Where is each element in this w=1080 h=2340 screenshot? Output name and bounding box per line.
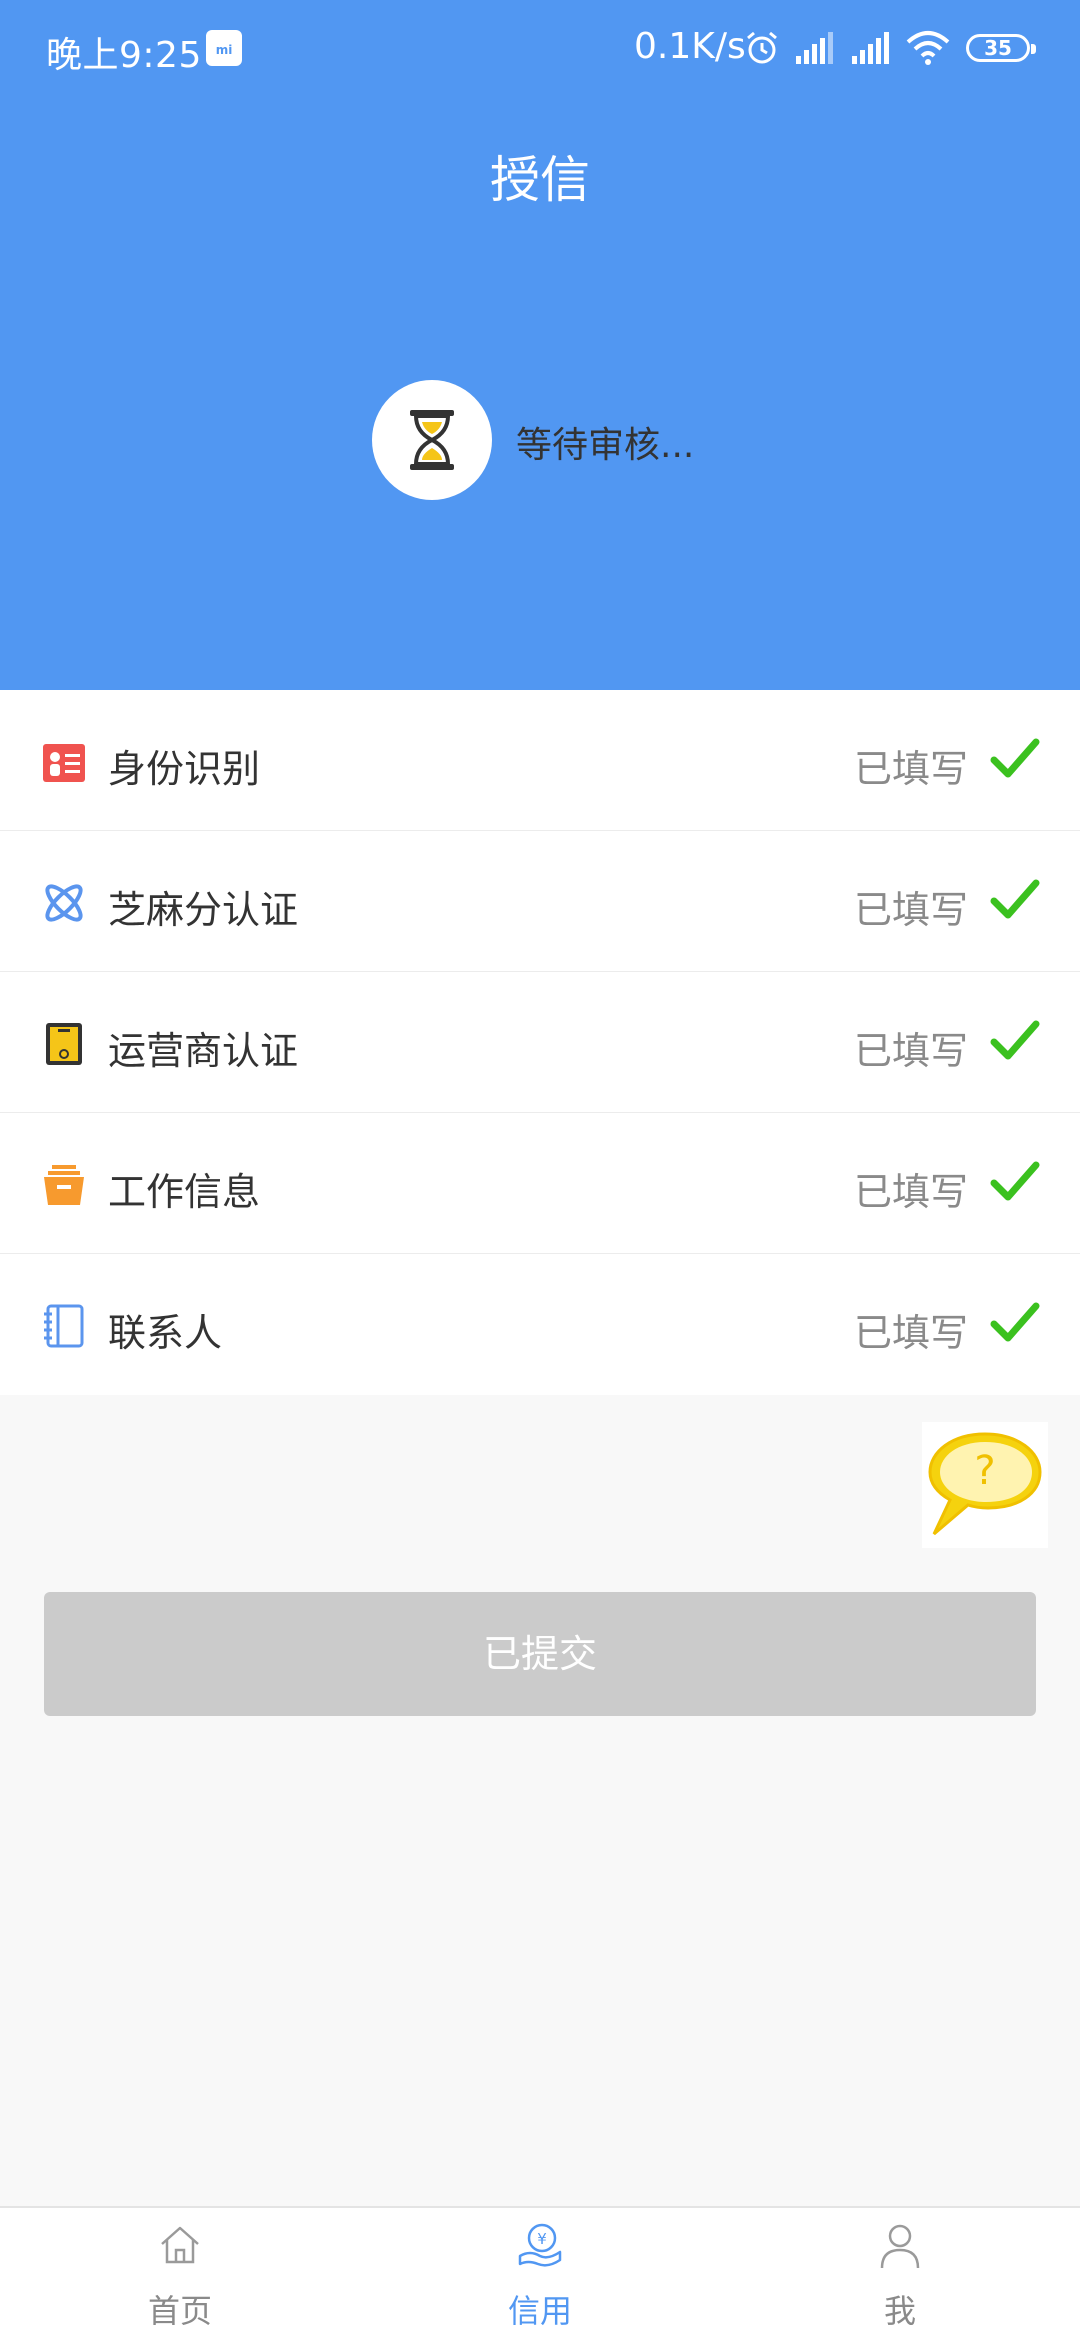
hourglass-icon <box>410 410 454 470</box>
svg-text:?: ? <box>974 1448 995 1494</box>
credit-icon: ¥ <box>518 2223 562 2267</box>
check-icon <box>990 738 1040 778</box>
status-bar: 晚上9:25 mi 0.1K/s 35 <box>0 0 1080 100</box>
tab-credit[interactable]: ¥ 信用 <box>360 2208 720 2340</box>
address-book-icon <box>44 1304 84 1348</box>
user-icon <box>880 2224 920 2269</box>
check-icon <box>990 1020 1040 1060</box>
list-item-contacts[interactable]: 联系人 已填写 <box>0 1254 1080 1395</box>
id-card-icon <box>43 744 85 782</box>
signal-icon <box>796 32 833 64</box>
list-item-status: 已填写 <box>853 1170 968 1214</box>
svg-text:¥: ¥ <box>537 2230 547 2248</box>
check-icon <box>990 879 1040 919</box>
review-status-text: 等待审核... <box>516 425 695 466</box>
list-item-status: 已填写 <box>853 888 968 932</box>
help-bubble-icon: ? <box>928 1432 1042 1536</box>
battery-icon: 35 <box>966 34 1036 62</box>
status-time: 晚上9:25 <box>46 35 202 76</box>
check-icon <box>990 1161 1040 1201</box>
list-item-identity[interactable]: 身份识别 已填写 <box>0 690 1080 831</box>
list-item-carrier[interactable]: 运营商认证 已填写 <box>0 972 1080 1113</box>
net-speed: 0.1K/s <box>634 26 746 67</box>
mi-app-icon: mi <box>206 30 242 66</box>
list-item-status: 已填写 <box>853 1311 968 1355</box>
tab-me[interactable]: 我 <box>720 2208 1080 2340</box>
submit-button[interactable]: 已提交 <box>44 1592 1036 1716</box>
tab-label: 我 <box>883 2292 916 2330</box>
briefcase-icon <box>44 1165 84 1205</box>
list-item-label: 运营商认证 <box>108 1029 299 1073</box>
tab-home[interactable]: 首页 <box>0 2208 360 2340</box>
list-item-status: 已填写 <box>853 1029 968 1073</box>
list-item-label: 工作信息 <box>108 1170 261 1214</box>
sesame-icon <box>45 884 83 922</box>
list-item-status: 已填写 <box>853 747 968 791</box>
home-icon <box>161 2226 199 2264</box>
page-title: 授信 <box>490 151 590 209</box>
signal-icon-2 <box>852 32 889 64</box>
tab-label: 首页 <box>147 2292 212 2330</box>
list-item-label: 联系人 <box>108 1311 223 1355</box>
help-button[interactable]: ? <box>922 1422 1048 1548</box>
list-item-label: 身份识别 <box>108 747 261 791</box>
list-item-sesame[interactable]: 芝麻分认证 已填写 <box>0 831 1080 972</box>
tab-label: 信用 <box>507 2292 572 2330</box>
list-item-work-info[interactable]: 工作信息 已填写 <box>0 1113 1080 1254</box>
check-icon <box>990 1302 1040 1342</box>
list-item-label: 芝麻分认证 <box>108 888 299 932</box>
alarm-icon <box>747 31 777 64</box>
verification-list: 身份识别 已填写 芝麻分认证 已填写 运营商认证 已填写 工作信息 已填写 联系… <box>0 690 1080 1395</box>
status-circle <box>372 380 492 500</box>
header: 晚上9:25 mi 0.1K/s 35 授信 等待审核... <box>0 0 1080 690</box>
wifi-icon <box>906 31 950 65</box>
tab-bar: 首页 ¥ 信用 我 <box>0 2206 1080 2340</box>
phone-icon <box>46 1023 82 1065</box>
